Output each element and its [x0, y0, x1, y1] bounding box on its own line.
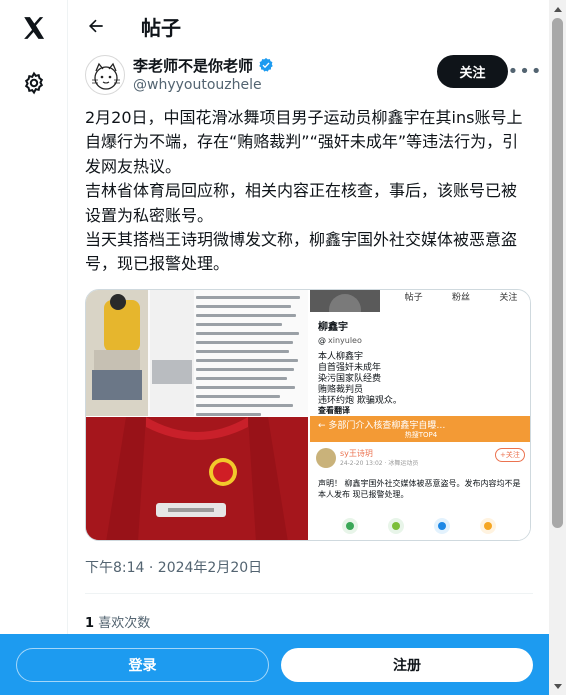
- scroll-up-arrow-icon[interactable]: [549, 0, 566, 17]
- profile-name: 柳鑫宇: [318, 322, 348, 333]
- more-options-icon[interactable]: •••: [508, 58, 542, 84]
- weibo-card: sy王诗玥 24-2-20 13:02 · 冰舞运动员 +关注 声明！ 柳鑫宇国…: [310, 442, 530, 540]
- verified-badge-icon: [258, 57, 274, 77]
- weibo-follow-button: +关注: [495, 448, 525, 462]
- media-grid: 帖子 粉丝 关注 柳鑫宇 @ xinyuleo 本人柳鑫宇 自首强奸未成年 染污…: [85, 289, 531, 541]
- signup-button[interactable]: 注册: [281, 648, 533, 682]
- likes-label: 喜欢次数: [98, 616, 151, 631]
- tweet-text: 2月20日，中国花滑冰舞项目男子运动员柳鑫宇在其ins账号上自爆行为不端，存在“…: [85, 106, 531, 277]
- profile-stat-label: 关注: [499, 293, 518, 303]
- weibo-avatar: [316, 448, 336, 468]
- profile-translate-link: 查看翻译: [318, 406, 350, 415]
- divider: [85, 593, 533, 594]
- tweet-paragraph: 吉林省体育局回应称，相关内容正在核查，事后，该账号已被设置为私密账号。: [85, 181, 518, 225]
- signup-bottom-bar: 登录 注册: [0, 634, 549, 695]
- follow-button[interactable]: 关注: [437, 55, 508, 88]
- jersey-photo-image[interactable]: [86, 417, 308, 540]
- main-column: 帖子 李老师不是你老师 @whyyoutouzhele 关注 ••• 2月20日…: [69, 0, 549, 695]
- bio-line: 自首强奸未成年: [318, 363, 382, 373]
- profile-stat-label: 粉丝: [451, 293, 470, 303]
- back-arrow-icon[interactable]: [81, 11, 111, 41]
- chat-photo: [86, 290, 148, 416]
- weibo-banner-subtitle: 热搜TOP4: [404, 431, 438, 439]
- profile-stat-label: 帖子: [404, 293, 423, 303]
- bio-line: 贿赂裁判员: [318, 385, 364, 395]
- scroll-down-arrow-icon[interactable]: [549, 678, 566, 695]
- settings-gear-icon[interactable]: [14, 63, 54, 103]
- chat-photo-table: [150, 290, 194, 416]
- author-avatar[interactable]: [85, 55, 125, 95]
- left-rail: [0, 0, 68, 695]
- bio-line: 本人柳鑫宇: [318, 352, 364, 362]
- threads-icon: @: [318, 336, 326, 345]
- profile-bio: 本人柳鑫宇 自首强奸未成年 染污国家队经费 贿赂裁判员 违环约炮 欺骗观众。: [318, 352, 402, 407]
- likes-count: 1: [85, 616, 95, 631]
- author-name[interactable]: 李老师不是你老师: [133, 55, 253, 76]
- chat-text-lines: [196, 296, 304, 422]
- scrollbar-thumb[interactable]: [552, 18, 563, 528]
- chat-screenshot-image[interactable]: [86, 290, 308, 416]
- vertical-scrollbar[interactable]: [549, 0, 566, 695]
- weibo-share-icons: [342, 518, 496, 534]
- weibo-meta: 24-2-20 13:02 · 冰舞运动员: [340, 460, 419, 467]
- top-header: 帖子: [69, 0, 549, 53]
- profile-handle: xinyuleo: [328, 336, 362, 345]
- login-button[interactable]: 登录: [16, 648, 269, 682]
- weibo-banner: ← 多部门介入核查柳鑫宇自曝… 热搜TOP4: [310, 416, 530, 442]
- bio-line: 染污国家队经费: [318, 374, 382, 384]
- tweet-paragraph: 2月20日，中国花滑冰舞项目男子运动员柳鑫宇在其ins账号上自爆行为不端，存在“…: [85, 108, 523, 176]
- x-logo-icon[interactable]: [14, 8, 54, 48]
- weibo-post-text: 声明！ 柳鑫宇国外社交媒体被恶意盗号。发布内容均不是本人发布 现已报警处理。: [318, 479, 521, 499]
- tweet-timestamp[interactable]: 下午8:14 · 2024年2月20日: [85, 557, 262, 577]
- author-handle[interactable]: @whyyoutouzhele: [133, 77, 262, 93]
- profile-stats: 帖子 粉丝 关注: [390, 290, 530, 303]
- tweet-paragraph: 当天其搭档王诗玥微博发文称，柳鑫宇国外社交媒体被恶意盗号，现已报警处理。: [85, 230, 518, 274]
- page-title: 帖子: [141, 16, 181, 40]
- profile-photo: [310, 290, 380, 312]
- likes-stat[interactable]: 1 喜欢次数: [85, 612, 150, 631]
- profile-and-weibo-screenshot-image[interactable]: 帖子 粉丝 关注 柳鑫宇 @ xinyuleo 本人柳鑫宇 自首强奸未成年 染污…: [310, 290, 530, 540]
